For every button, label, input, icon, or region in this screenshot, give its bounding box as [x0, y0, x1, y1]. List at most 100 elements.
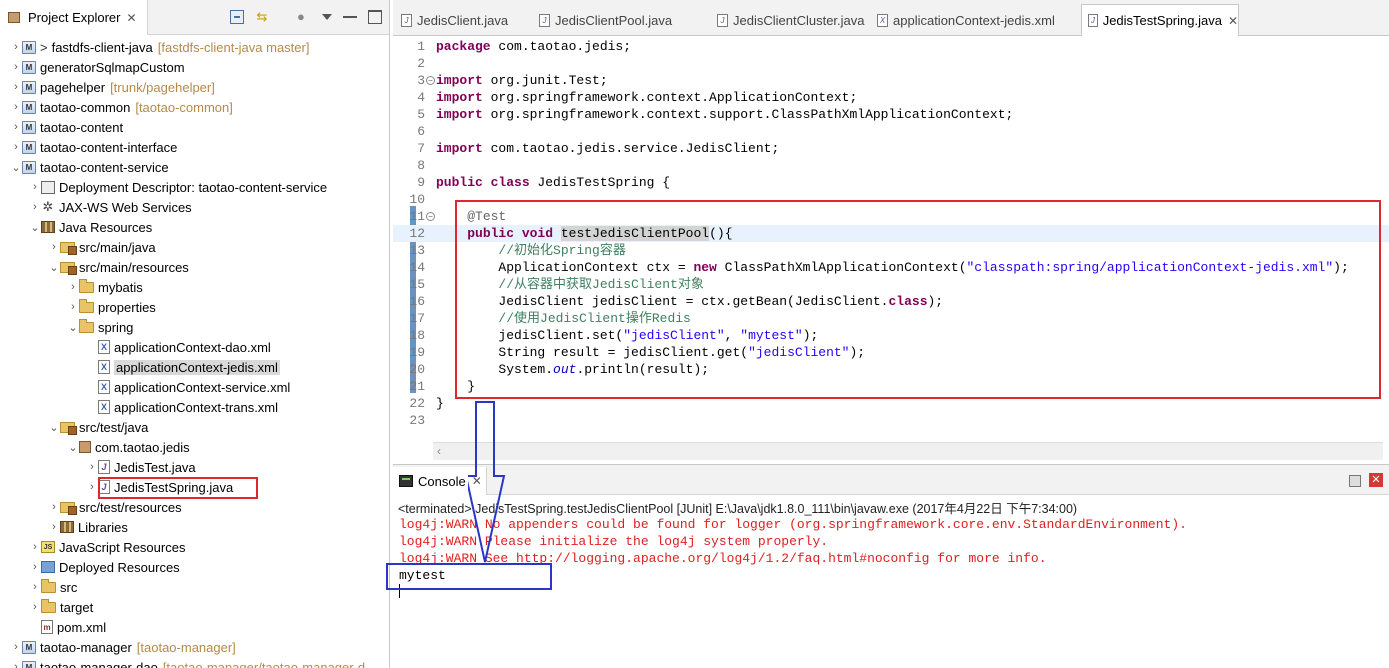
- tree-item[interactable]: › src/test/resources: [0, 497, 389, 517]
- link-with-editor-icon[interactable]: ⇆: [255, 10, 269, 24]
- tree-item[interactable]: ⌄ Java Resources: [0, 217, 389, 237]
- tree-item[interactable]: › MgeneratorSqlmapCustom: [0, 57, 389, 77]
- tree-item[interactable]: ⌄ spring: [0, 317, 389, 337]
- editor-tab[interactable]: J JedisClientPool.java: [533, 4, 709, 36]
- tree-item[interactable]: › target: [0, 597, 389, 617]
- tree-item[interactable]: XapplicationContext-jedis.xml: [0, 357, 389, 377]
- tree-item[interactable]: ⌄ com.taotao.jedis: [0, 437, 389, 457]
- tree-item[interactable]: › properties: [0, 297, 389, 317]
- chevron-right-icon[interactable]: ›: [10, 81, 22, 93]
- chevron-right-icon[interactable]: ›: [29, 581, 41, 593]
- xml-icon: X: [98, 400, 110, 414]
- tree-item[interactable]: › Deployment Descriptor: taotao-content-s…: [0, 177, 389, 197]
- code-line: 6: [393, 123, 1389, 140]
- close-icon[interactable]: ✕: [1228, 14, 1238, 28]
- chevron-right-icon[interactable]: ›: [86, 481, 98, 493]
- chevron-right-icon[interactable]: ›: [10, 101, 22, 113]
- tree-item[interactable]: ⌄ src/test/java: [0, 417, 389, 437]
- chevron-right-icon[interactable]: ›: [48, 501, 60, 513]
- minimize-icon[interactable]: [343, 10, 357, 18]
- tree-item-label: Deployed Resources: [59, 559, 180, 575]
- view-menu-icon[interactable]: [322, 14, 332, 20]
- chevron-right-icon[interactable]: ›: [29, 201, 41, 213]
- fold-toggle-icon[interactable]: −: [426, 212, 435, 221]
- tree-item-label: taotao-manager: [40, 639, 132, 655]
- chevron-right-icon[interactable]: ›: [29, 541, 41, 553]
- chevron-right-icon[interactable]: ›: [29, 181, 41, 193]
- line-number: 5: [417, 107, 425, 122]
- tree-item[interactable]: › Mtaotao-content: [0, 117, 389, 137]
- terminate-icon[interactable]: ✕: [1369, 473, 1383, 487]
- maximize-icon[interactable]: [368, 10, 382, 24]
- tree-item[interactable]: › Mtaotao-manager-dao [taotao-manager/taot…: [0, 657, 389, 668]
- line-number: 17: [409, 311, 425, 326]
- editor-tab[interactable]: XapplicationContext-jedis.xml: [871, 4, 1079, 36]
- tree-item[interactable]: XapplicationContext-dao.xml: [0, 337, 389, 357]
- tree-item[interactable]: m pom.xml: [0, 617, 389, 637]
- chevron-right-icon[interactable]: ›: [48, 241, 60, 253]
- scroll-left-icon[interactable]: ‹: [437, 444, 441, 458]
- chevron-right-icon[interactable]: ›: [67, 301, 79, 313]
- tree-item[interactable]: › Mtaotao-content-interface: [0, 137, 389, 157]
- tree-item[interactable]: › Mpagehelper [trunk/pagehelper]: [0, 77, 389, 97]
- chevron-right-icon[interactable]: ›: [10, 641, 22, 653]
- tree-item[interactable]: › M > fastdfs-client-java [fastdfs-client-ja…: [0, 37, 389, 57]
- editor-tab[interactable]: J JedisClient.java: [395, 4, 531, 36]
- chevron-down-icon[interactable]: ⌄: [48, 421, 60, 434]
- chevron-down-icon[interactable]: ⌄: [10, 161, 22, 174]
- chevron-right-icon[interactable]: ›: [10, 121, 22, 133]
- code-text: import org.springframework.context.Appli…: [436, 90, 858, 105]
- fold-toggle-icon[interactable]: −: [426, 76, 435, 85]
- tree-item[interactable]: ⌄ src/main/resources: [0, 257, 389, 277]
- chevron-right-icon[interactable]: ›: [10, 61, 22, 73]
- tree-item[interactable]: › Mtaotao-common [taotao-common]: [0, 97, 389, 117]
- editor-tab-label: JedisClientPool.java: [555, 12, 673, 28]
- tree-item[interactable]: › mybatis: [0, 277, 389, 297]
- focus-icon[interactable]: ●: [297, 10, 311, 24]
- deploy-icon: [41, 561, 55, 573]
- chevron-right-icon[interactable]: ›: [48, 521, 60, 533]
- tree-item[interactable]: › Libraries: [0, 517, 389, 537]
- tree-item[interactable]: › Deployed Resources: [0, 557, 389, 577]
- editor-tab[interactable]: J JedisTestSpring.java ✕: [1081, 4, 1239, 36]
- chevron-down-icon[interactable]: ⌄: [67, 441, 79, 454]
- horizontal-scrollbar[interactable]: ‹: [433, 442, 1383, 460]
- tree-item-label: target: [60, 599, 94, 615]
- chevron-right-icon[interactable]: ›: [10, 141, 22, 153]
- line-number: 2: [417, 56, 425, 71]
- outgoing-change-marker: >: [40, 39, 48, 55]
- java-file-icon: J: [401, 13, 412, 27]
- tree-item-label: taotao-content-service: [40, 159, 169, 175]
- tree-item[interactable]: › src/main/java: [0, 237, 389, 257]
- minimize-icon[interactable]: [1349, 475, 1361, 487]
- console-tabbar: Console ✕ ✕: [393, 465, 1389, 495]
- tree-item[interactable]: XapplicationContext-service.xml: [0, 377, 389, 397]
- chevron-down-icon[interactable]: ⌄: [67, 321, 79, 334]
- chevron-right-icon[interactable]: ›: [10, 41, 22, 53]
- tree-item[interactable]: › J JedisTest.java: [0, 457, 389, 477]
- line-number: 12: [409, 226, 425, 241]
- line-number: 20: [409, 362, 425, 377]
- js-icon: JS: [41, 541, 55, 553]
- chevron-right-icon[interactable]: ›: [29, 601, 41, 613]
- folder-icon: [79, 298, 94, 313]
- tree-item[interactable]: › ✲ JAX-WS Web Services: [0, 197, 389, 217]
- tree-item[interactable]: › src: [0, 577, 389, 597]
- chevron-right-icon[interactable]: ›: [86, 461, 98, 473]
- chevron-down-icon[interactable]: ⌄: [48, 261, 60, 274]
- chevron-right-icon[interactable]: ›: [29, 561, 41, 573]
- tab-project-explorer[interactable]: Project Explorer ✕: [0, 0, 148, 35]
- chevron-down-icon[interactable]: ⌄: [29, 221, 41, 234]
- tree-item[interactable]: XapplicationContext-trans.xml: [0, 397, 389, 417]
- editor-tab-label: JedisTestSpring.java: [1102, 13, 1222, 28]
- tree-item[interactable]: › Mtaotao-manager [taotao-manager]: [0, 637, 389, 657]
- tree-item[interactable]: › JS JavaScript Resources: [0, 537, 389, 557]
- tree-item-label: taotao-content: [40, 119, 124, 135]
- line-number: 16: [409, 294, 425, 309]
- chevron-right-icon[interactable]: ›: [67, 281, 79, 293]
- tree-item[interactable]: ⌄ Mtaotao-content-service: [0, 157, 389, 177]
- collapse-all-icon[interactable]: [230, 10, 244, 24]
- close-icon[interactable]: ✕: [126, 11, 136, 25]
- chevron-right-icon[interactable]: ›: [10, 661, 22, 668]
- editor-tab[interactable]: J JedisClientCluster.java: [711, 4, 869, 36]
